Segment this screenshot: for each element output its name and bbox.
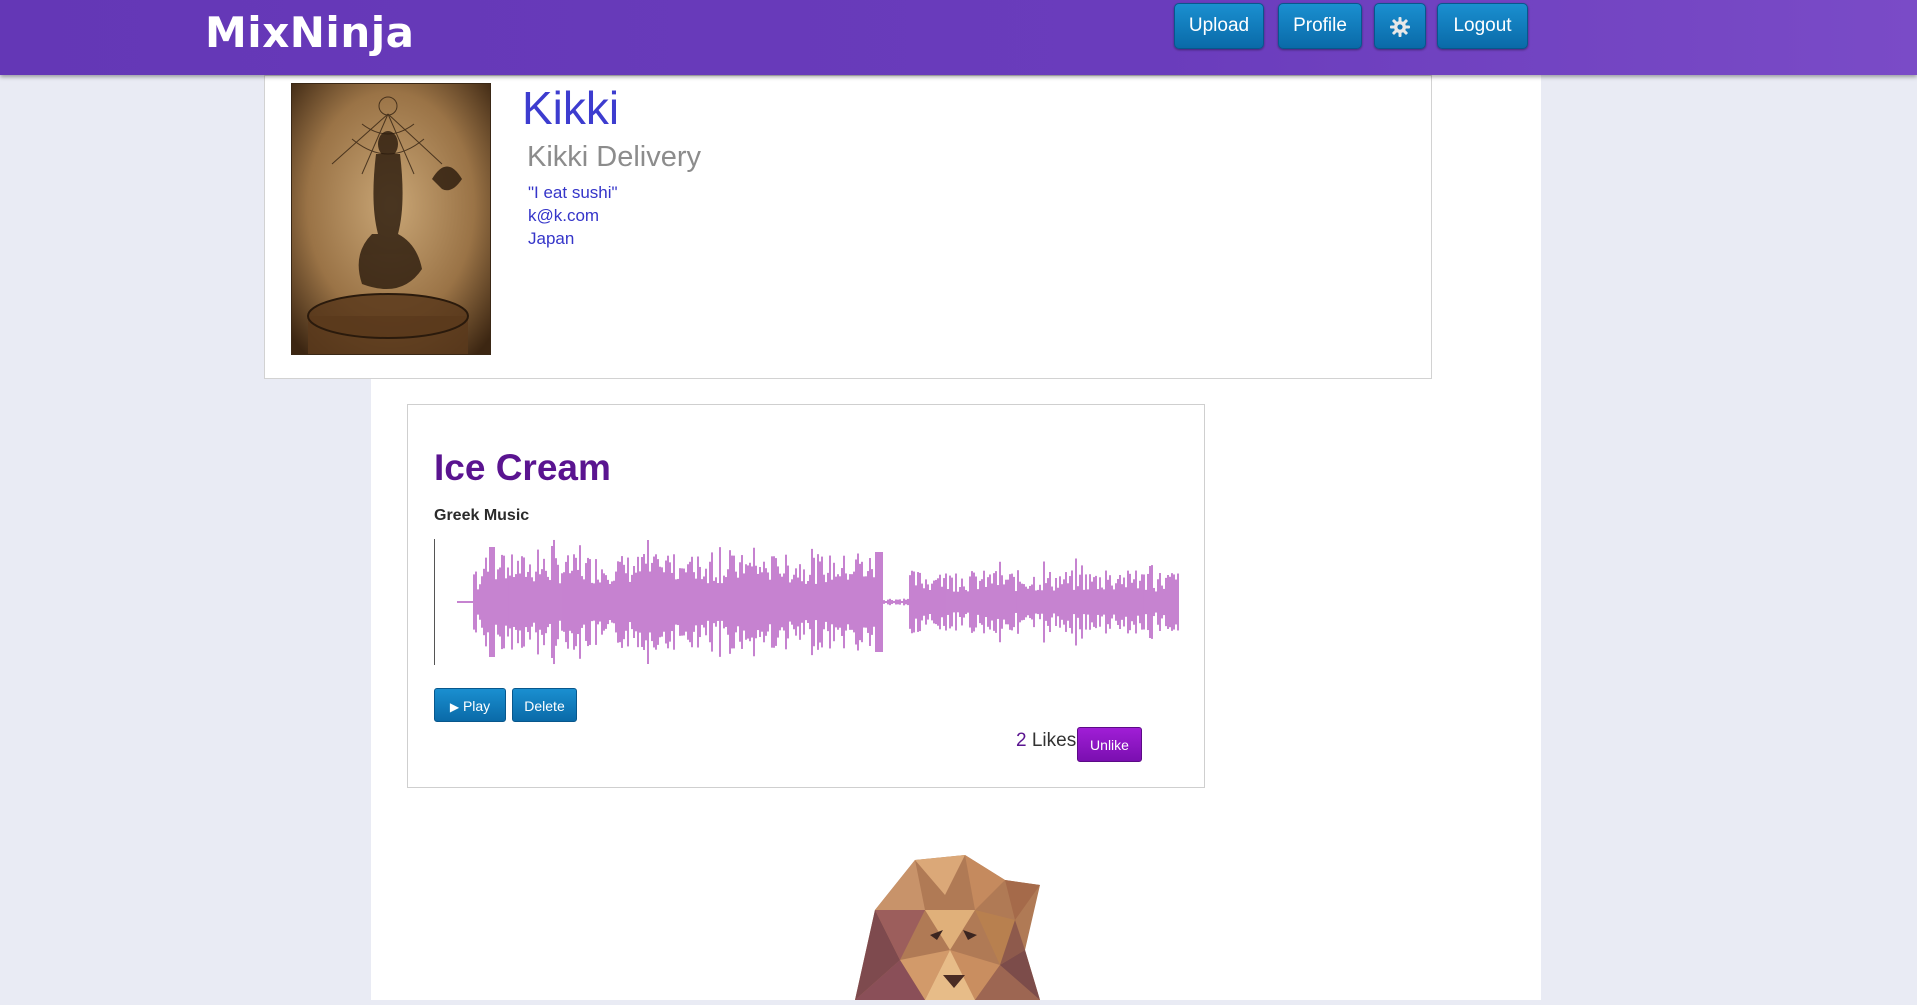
profile-quote: "I eat sushi" <box>528 183 618 202</box>
delete-button[interactable]: Delete <box>512 688 577 722</box>
track-title[interactable]: Ice Cream <box>434 447 611 489</box>
settings-button[interactable] <box>1374 3 1426 49</box>
profile-email: k@k.com <box>528 206 600 225</box>
waveform-graphic <box>434 539 1179 665</box>
avatar <box>291 83 491 355</box>
likes-counter: 2 Likes <box>1016 730 1076 752</box>
upload-button[interactable]: Upload <box>1174 3 1264 49</box>
profile-username: Kikki <box>522 82 620 134</box>
track-genre: Greek Music <box>434 507 530 524</box>
profile-full-name: Kikki Delivery <box>527 141 702 173</box>
likes-count: 2 <box>1016 730 1027 751</box>
brand-logo[interactable]: MixNinja <box>205 8 414 57</box>
play-icon: ▶ <box>449 700 460 714</box>
unlike-button[interactable]: Unlike <box>1077 727 1142 762</box>
gear-icon <box>1388 12 1412 37</box>
profile-button[interactable]: Profile <box>1278 3 1362 49</box>
profile-location: Japan <box>528 229 575 248</box>
play-button[interactable]: ▶ Play <box>434 688 506 722</box>
top-navbar: MixNinja Upload Profile Logout <box>0 0 1917 75</box>
likes-label: Likes <box>1031 730 1077 751</box>
profile-card: Kikki Kikki Delivery "I eat sushi" k@k.c… <box>264 75 1432 379</box>
waveform[interactable] <box>434 537 1179 667</box>
logout-button[interactable]: Logout <box>1437 3 1528 49</box>
lion-illustration <box>825 840 1065 1000</box>
track-card: Ice Cream Greek Music ▶ Play Delete 2 Li… <box>407 404 1205 788</box>
play-button-label: Play <box>462 698 491 714</box>
